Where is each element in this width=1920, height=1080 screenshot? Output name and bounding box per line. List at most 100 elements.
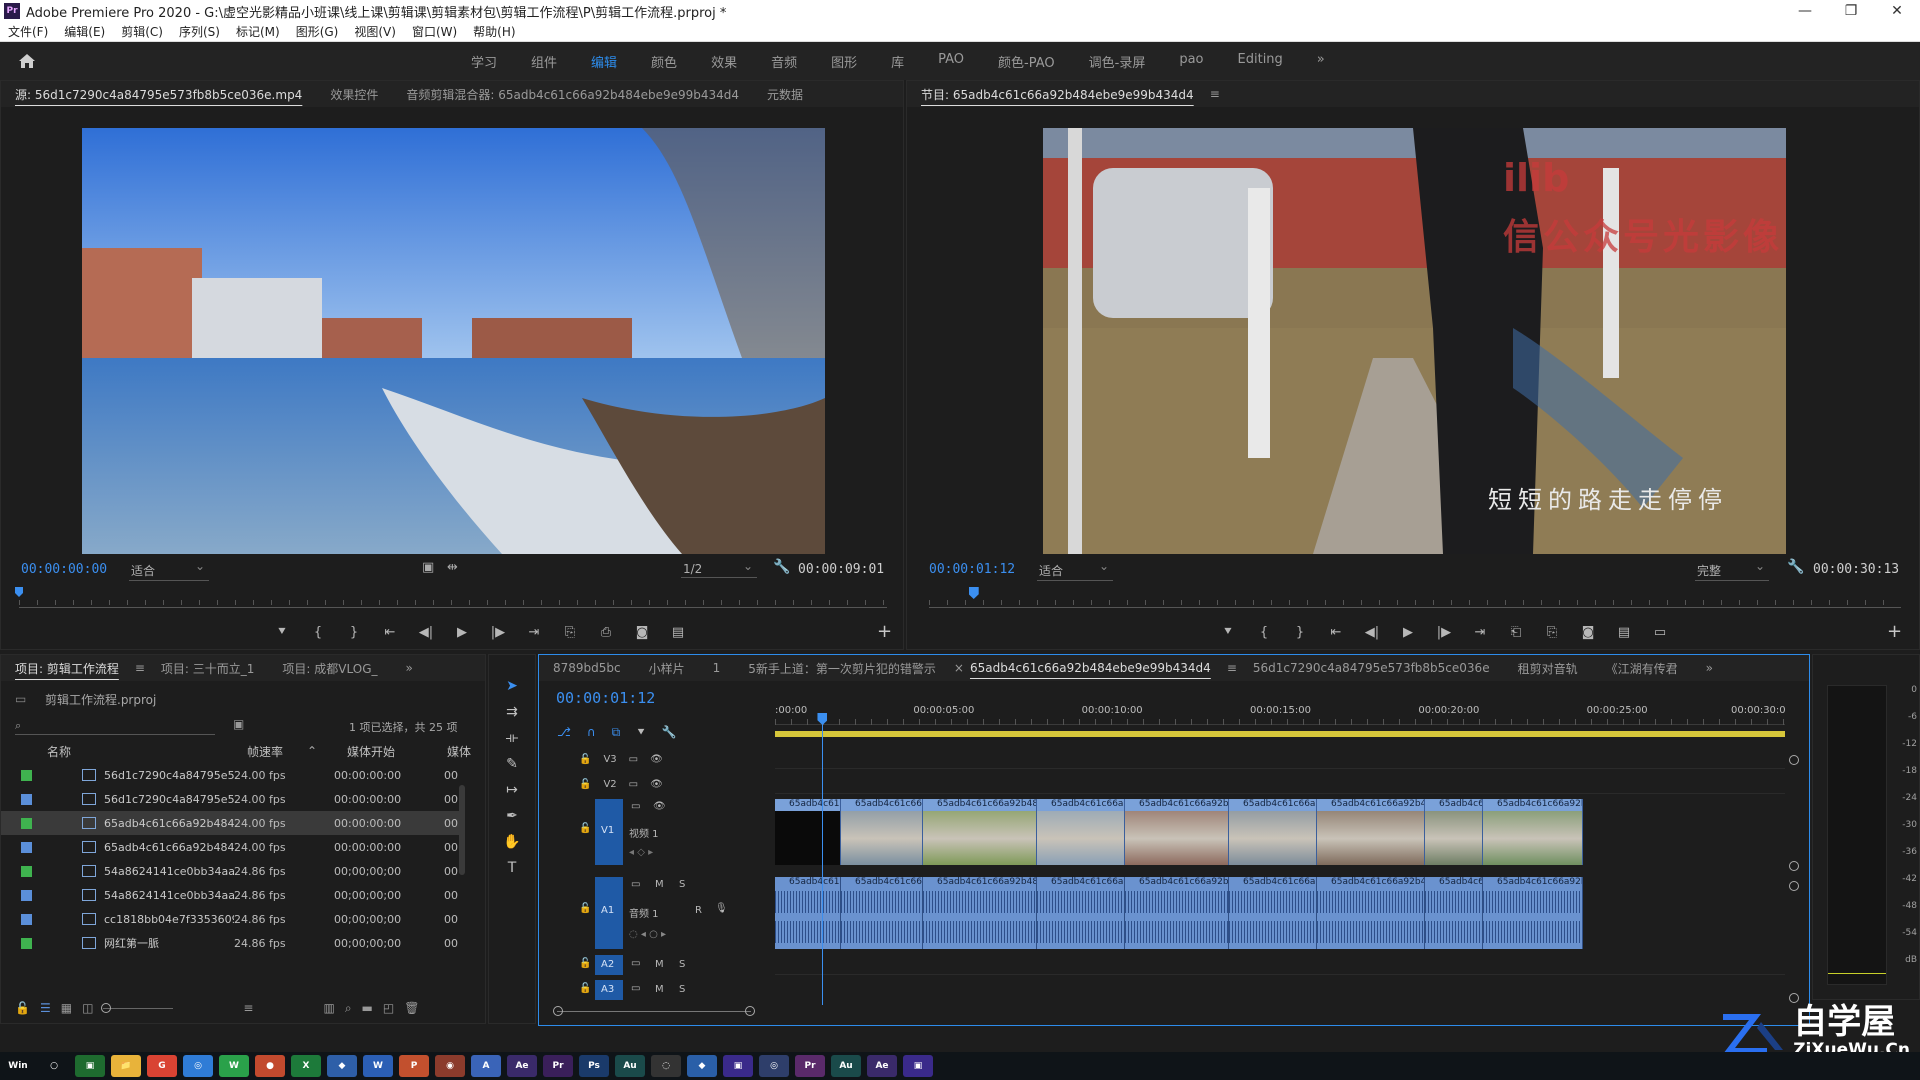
taskbar-app-icon[interactable]: ◌ — [651, 1055, 681, 1077]
marker-icon[interactable]: ⯆ — [271, 625, 293, 640]
track-lane-v2[interactable] — [775, 774, 1785, 794]
project-item-row[interactable]: 54a8624141ce0bb34aa 24.86 fps 00;00;00;00 0… — [1, 883, 465, 907]
label-color-swatch[interactable] — [21, 817, 32, 829]
video-clip[interactable]: 65adb4c61c66a9 — [1229, 799, 1317, 865]
timeline-horizontal-scrollbar[interactable] — [553, 1006, 755, 1016]
workspace-tab-color-pao[interactable]: 颜色-PAO — [981, 52, 1072, 71]
step-back-icon[interactable]: ◀| — [415, 625, 437, 640]
sync-lock-icon[interactable]: ▭ — [631, 879, 640, 890]
track-select-icon[interactable]: ⇉ — [499, 699, 525, 725]
workspace-tab-pao[interactable]: PAO — [921, 52, 981, 71]
label-color-swatch[interactable] — [21, 865, 32, 877]
hand-icon[interactable]: ✋ — [499, 829, 525, 855]
menu-graphics[interactable]: 图形(G) — [288, 23, 347, 40]
icon-view-icon[interactable]: ▦ — [61, 1001, 72, 1015]
audio-clip[interactable]: 65adb4c6 — [1425, 877, 1483, 949]
taskbar-app-icon[interactable]: 📁 — [111, 1055, 141, 1077]
slip-icon[interactable]: ↦ — [499, 777, 525, 803]
project-item-row[interactable]: 56d1c7290c4a84795e5 24.00 fps 00:00:00:00 0… — [1, 763, 465, 787]
col-fps[interactable]: 帧速率 — [247, 743, 307, 760]
find-icon[interactable]: ⌕ — [345, 1001, 352, 1016]
maximize-button[interactable]: ❐ — [1828, 3, 1874, 19]
hscroll-handle-left[interactable] — [553, 1006, 563, 1016]
project-item-row[interactable]: 56d1c7290c4a84795e5 24.00 fps 00:00:00:00 0… — [1, 787, 465, 811]
video-clip[interactable]: 65adb4c61c — [775, 799, 841, 865]
workspace-tab-learn[interactable]: 学习 — [454, 52, 514, 71]
taskbar-app-icon[interactable]: ▣ — [75, 1055, 105, 1077]
taskbar-app-icon[interactable]: ▣ — [903, 1055, 933, 1077]
solo-button[interactable]: S — [679, 959, 685, 970]
audio-clip[interactable]: 65adb4c61c66a92b484e — [1125, 877, 1229, 949]
tab-project-menu-icon[interactable]: ≡ — [133, 661, 147, 675]
source-safe-margins-icon[interactable]: ▣ — [422, 560, 434, 575]
taskbar-app-icon[interactable]: ◎ — [759, 1055, 789, 1077]
source-settings-wrench-icon[interactable]: 🔧 — [773, 559, 790, 575]
workspace-tab-assembly[interactable]: 组件 — [514, 52, 574, 71]
razor-icon[interactable]: ✎ — [499, 751, 525, 777]
source-drag-icon[interactable]: ⇹ — [447, 560, 458, 575]
menu-file[interactable]: 文件(F) — [0, 23, 56, 40]
eye-icon[interactable]: 👁 — [650, 779, 663, 790]
record-button[interactable]: R — [695, 905, 702, 916]
taskbar-app-icon[interactable]: ▣ — [723, 1055, 753, 1077]
project-item-row[interactable]: cc1818bb04e7f3353609 24.86 fps 00;00;00;00… — [1, 907, 465, 931]
col-media-start[interactable]: 媒体开始 — [347, 743, 447, 760]
taskbar-app-icon[interactable]: G — [147, 1055, 177, 1077]
project-scrollbar[interactable] — [459, 785, 465, 875]
step-forward-icon[interactable]: |▶ — [487, 625, 509, 640]
track-lane-a1[interactable]: 65adb4c61c 65adb4c61c66a 65adb4c61c66a92b4… — [775, 877, 1785, 949]
sync-lock-icon[interactable]: ▭ — [629, 754, 638, 765]
workspace-tab-editing[interactable]: 编辑 — [574, 52, 634, 71]
video-clip[interactable]: 65adb4c61c66a92b484e — [1317, 799, 1425, 865]
sequence-tab-2[interactable]: 小样片 — [635, 660, 699, 677]
video-clip[interactable]: 65adb4c61c66a92b — [1037, 799, 1125, 865]
program-quality-dropdown[interactable]: 完整 — [1695, 559, 1769, 581]
minimize-button[interactable]: — — [1782, 3, 1828, 19]
insert-icon[interactable]: ⎘ — [559, 625, 581, 640]
scroll-handle-mid[interactable] — [1789, 861, 1799, 871]
menu-sequence[interactable]: 序列(S) — [171, 23, 228, 40]
keyframe-nav-icon[interactable]: ◂ ◇ ▸ — [629, 847, 653, 858]
export-frame-icon[interactable]: ◙ — [631, 625, 653, 640]
sequence-tab-active[interactable]: 65adb4c61c66a92b484ebe9e99b434d4 — [964, 661, 1225, 675]
track-lane-v3[interactable] — [775, 749, 1785, 769]
solo-button[interactable]: S — [679, 879, 685, 890]
ripple-edit-icon[interactable]: ⟛ — [499, 725, 525, 751]
add-marker-icon[interactable]: ⯆ — [636, 725, 646, 740]
tab-project-thirty[interactable]: 项目: 三十而立_1 — [147, 660, 269, 677]
label-color-swatch[interactable] — [21, 769, 32, 781]
workspace-tab-audio[interactable]: 音频 — [754, 52, 814, 71]
taskbar-app-icon[interactable]: P — [399, 1055, 429, 1077]
taskbar-app-icon[interactable]: Win — [3, 1055, 33, 1077]
compare-icon[interactable]: ▤ — [1613, 625, 1635, 640]
program-settings-wrench-icon[interactable]: 🔧 — [1787, 559, 1804, 575]
audio-clip[interactable]: 65adb4c61c66a92b484e — [1317, 877, 1425, 949]
project-item-row[interactable]: 65adb4c61c66a92b484 24.00 fps 00:00:00:00 0… — [1, 835, 465, 859]
sort-ascending-icon[interactable]: ⌃ — [307, 744, 347, 758]
pen-icon[interactable]: ✒ — [499, 803, 525, 829]
menu-window[interactable]: 窗口(W) — [404, 23, 465, 40]
menu-clip[interactable]: 剪辑(C) — [113, 23, 171, 40]
sequence-tab-4[interactable]: 5新手上道：第一次剪片犯的错警示 — [734, 660, 950, 677]
timeline-overflow-button[interactable]: » — [1692, 661, 1727, 675]
tab-metadata[interactable]: 元数据 — [753, 86, 817, 103]
sync-lock-icon[interactable]: ▭ — [629, 779, 638, 790]
selection-tool-icon[interactable]: ➤ — [499, 673, 525, 699]
new-bin-icon[interactable]: ▬ — [362, 1001, 373, 1015]
tab-effect-controls[interactable]: 效果控件 — [316, 86, 392, 103]
captions-icon[interactable]: ▭ — [1649, 625, 1671, 640]
go-to-out-icon[interactable]: ⇥ — [1469, 625, 1491, 640]
sync-lock-icon[interactable]: ▭ — [631, 983, 640, 994]
project-item-row[interactable]: 网红第一脈 24.86 fps 00;00;00;00 00 — [1, 931, 465, 955]
col-media[interactable]: 媒体 — [447, 743, 471, 760]
nest-toggle-icon[interactable]: ⎇ — [557, 725, 571, 740]
taskbar-app-icon[interactable]: Ps — [579, 1055, 609, 1077]
go-to-in-icon[interactable]: ⇤ — [379, 625, 401, 640]
list-view-icon[interactable]: ☰ — [40, 1001, 51, 1015]
type-icon[interactable]: T — [499, 855, 525, 881]
solo-button[interactable]: S — [679, 984, 685, 995]
voiceover-mic-icon[interactable]: 🎙 — [715, 903, 728, 914]
play-icon[interactable]: ▶ — [451, 625, 473, 640]
tab-program[interactable]: 节目: 65adb4c61c66a92b484ebe9e99b434d4 — [907, 86, 1208, 103]
track-lock-icon[interactable]: 🔓 — [579, 823, 591, 834]
